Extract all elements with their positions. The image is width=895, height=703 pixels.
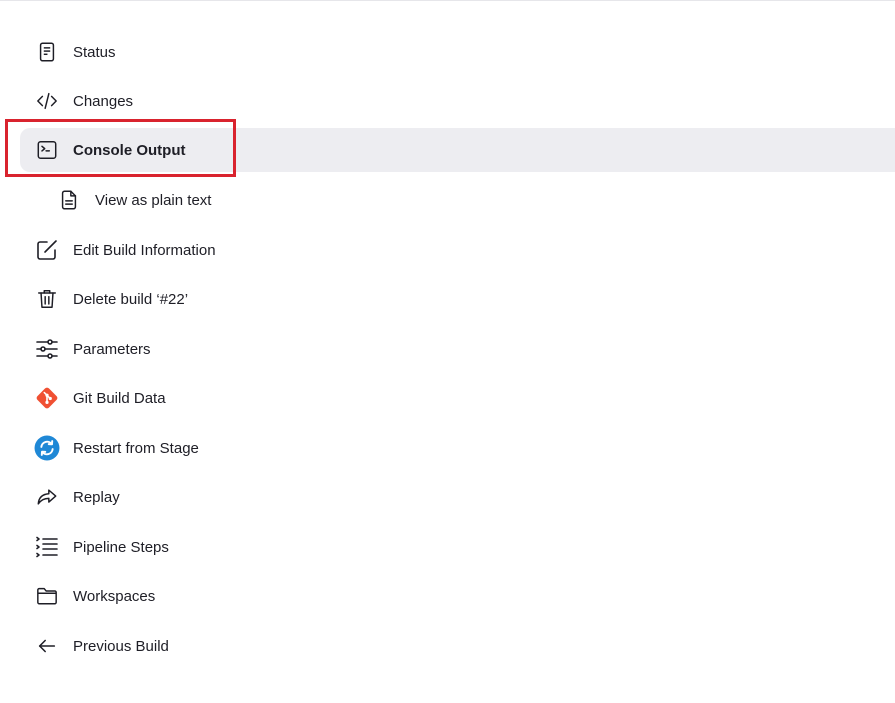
sidebar-item-delete-build[interactable]: Delete build ‘#22’ <box>20 277 895 321</box>
sidebar-item-label: View as plain text <box>95 191 212 209</box>
sidebar-item-label: Console Output <box>73 141 186 159</box>
git-icon <box>34 385 60 411</box>
sidebar-item-label: Workspaces <box>73 587 156 605</box>
sidebar-item-git-build-data[interactable]: Git Build Data <box>20 376 895 420</box>
sidebar-item-label: Previous Build <box>73 637 169 655</box>
sidebar-item-previous-build[interactable]: Previous Build <box>20 624 895 668</box>
sidebar-item-replay[interactable]: Replay <box>20 475 895 519</box>
trash-icon <box>34 286 60 312</box>
edit-icon <box>34 237 60 263</box>
sidebar-item-pipeline-steps[interactable]: Pipeline Steps <box>20 525 895 569</box>
sidebar-item-label: Restart from Stage <box>73 439 199 457</box>
sidebar-item-label: Pipeline Steps <box>73 538 169 556</box>
sidebar-item-console-output[interactable]: Console Output <box>20 128 895 172</box>
sidebar-item-label: Delete build ‘#22’ <box>73 290 189 308</box>
arrow-left-icon <box>34 633 60 659</box>
sidebar-item-label: Changes <box>73 92 134 110</box>
code-icon <box>34 88 60 114</box>
sidebar-item-workspaces[interactable]: Workspaces <box>20 574 895 618</box>
sidebar-item-view-as-plain-text[interactable]: View as plain text <box>42 178 895 222</box>
list-steps-icon <box>34 534 60 560</box>
sidebar-item-label: Edit Build Information <box>73 241 216 259</box>
terminal-icon <box>34 137 60 163</box>
sidebar-item-status[interactable]: Status <box>20 30 895 74</box>
sidebar-item-edit-build-information[interactable]: Edit Build Information <box>20 228 895 272</box>
sidebar-item-label: Parameters <box>73 340 151 358</box>
document-icon <box>34 39 60 65</box>
replay-icon <box>34 484 60 510</box>
sidebar-item-label: Git Build Data <box>73 389 166 407</box>
build-side-panel: Status Changes Console Output View as pl… <box>0 0 895 703</box>
file-text-icon <box>56 187 82 213</box>
folder-icon <box>34 583 60 609</box>
restart-icon <box>34 435 60 461</box>
sidebar-item-restart-from-stage[interactable]: Restart from Stage <box>20 426 895 470</box>
sidebar-item-label: Replay <box>73 488 120 506</box>
sidebar-item-label: Status <box>73 43 116 61</box>
sidebar-item-changes[interactable]: Changes <box>20 79 895 123</box>
sliders-icon <box>34 336 60 362</box>
sidebar-item-parameters[interactable]: Parameters <box>20 327 895 371</box>
